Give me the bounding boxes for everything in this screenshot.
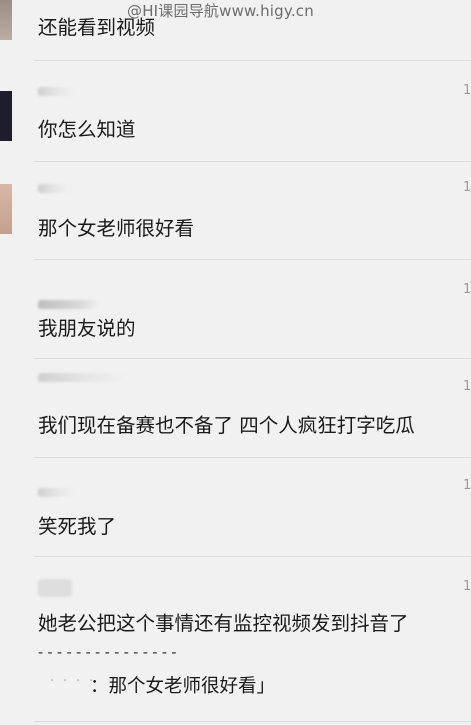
quote-author-blurred[interactable]: . . . . (50, 669, 95, 685)
comment-row: 1 我们现在备赛也不备了 四个人疯狂打字吃瓜 (0, 359, 471, 458)
comment-row: 1 她老公把这个事情还有监控视频发到抖音了 --------------- . … (0, 557, 471, 725)
comment-text: 我们现在备赛也不备了 四个人疯狂打字吃瓜 (38, 414, 415, 437)
comment-text: 她老公把这个事情还有监控视频发到抖音了 (38, 612, 409, 635)
comment-row: 1 我朋友说的 (0, 260, 471, 359)
comment-text: 还能看到视频 (38, 16, 156, 39)
timestamp: 1 (463, 379, 471, 394)
timestamp: 1 (463, 180, 471, 195)
comment-row: 还能看到视频 (0, 0, 471, 61)
timestamp: 1 (463, 579, 471, 594)
divider (34, 721, 471, 722)
avatar[interactable] (0, 0, 12, 40)
username-blurred[interactable] (38, 373, 128, 382)
comment-text: 我朋友说的 (38, 317, 136, 340)
comment-text: 那个女老师很好看 (38, 217, 195, 240)
quoted-comment-text: ：那个女老师很好看」 (90, 676, 276, 697)
comment-text: 笑死我了 (38, 515, 117, 538)
comment-row: 1 那个女老师很好看 (0, 162, 471, 260)
timestamp: 1 (463, 83, 471, 98)
comment-row: 1 你怎么知道 (0, 61, 471, 162)
timestamp: 1 (463, 282, 471, 297)
username-blurred[interactable] (38, 488, 74, 497)
username-blurred[interactable] (38, 184, 70, 193)
quote-separator: --------------- (36, 643, 179, 661)
timestamp: 1 (463, 478, 471, 493)
comment-text: 你怎么知道 (38, 118, 136, 141)
username-blurred[interactable] (38, 300, 100, 309)
username-blurred[interactable] (38, 579, 72, 597)
avatar[interactable] (0, 91, 12, 141)
username-blurred[interactable] (38, 87, 74, 96)
comment-row: 1 笑死我了 (0, 458, 471, 557)
avatar[interactable] (0, 184, 12, 234)
